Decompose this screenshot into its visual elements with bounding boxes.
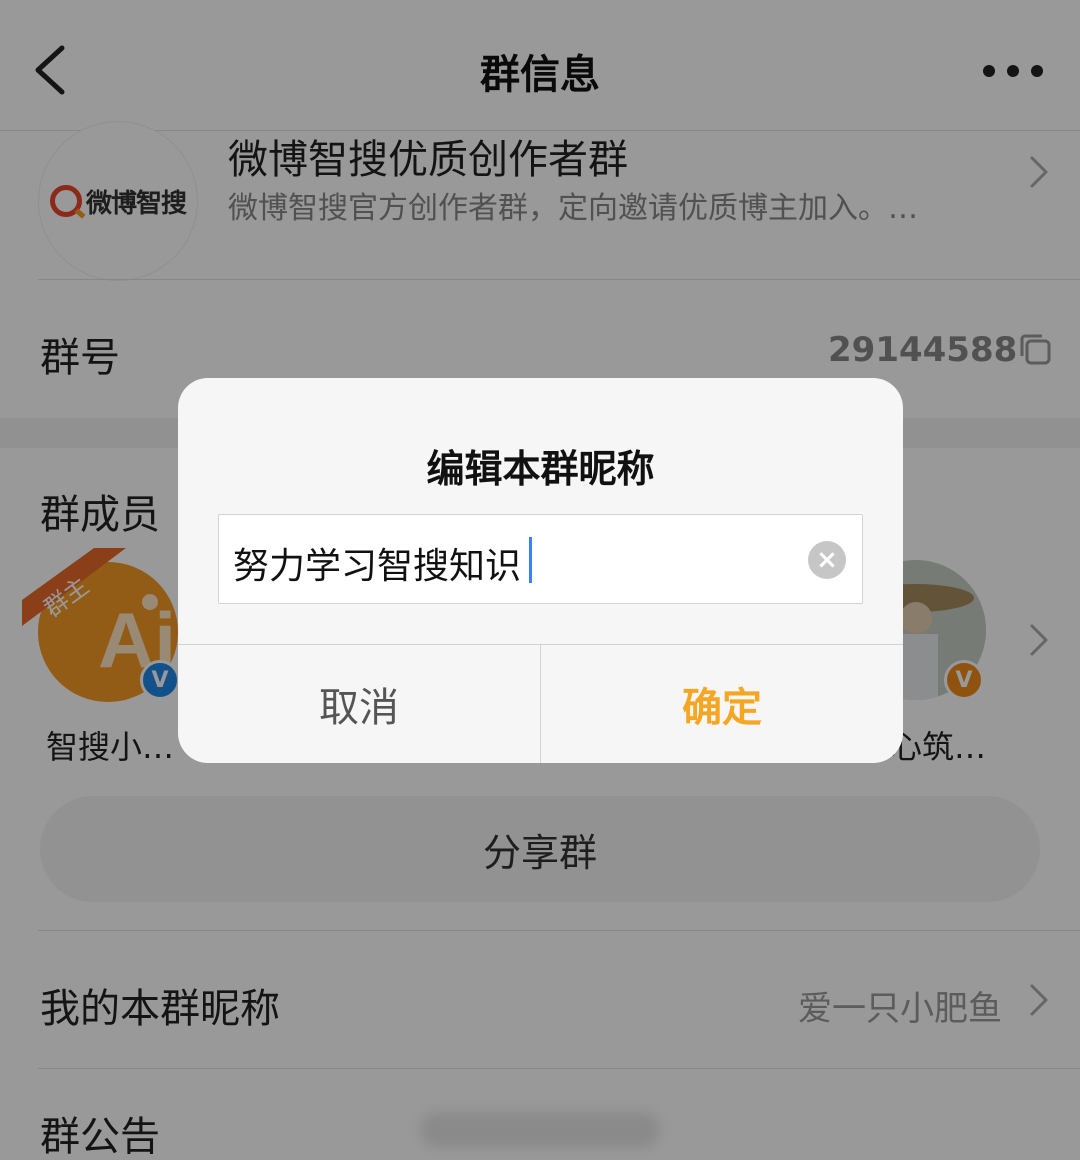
text-caret [529, 537, 532, 583]
nickname-input[interactable]: 努力学习智搜知识 × [218, 514, 863, 604]
nickname-input-value: 努力学习智搜知识 [233, 546, 522, 587]
confirm-button[interactable]: 确定 [541, 645, 903, 763]
dialog-title: 编辑本群昵称 [426, 447, 655, 491]
cancel-button[interactable]: 取消 [178, 645, 540, 763]
edit-nickname-dialog: 编辑本群昵称 努力学习智搜知识 × 取消 确定 [178, 378, 903, 763]
clear-input-icon[interactable]: × [808, 541, 846, 579]
